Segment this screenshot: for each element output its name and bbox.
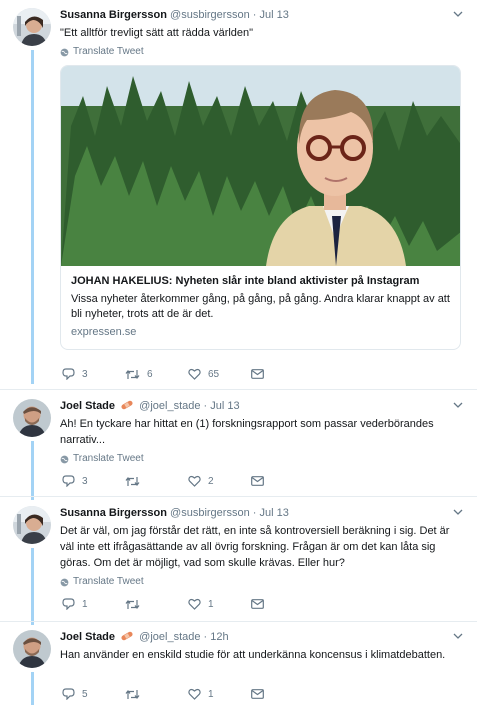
- translate-tweet-link[interactable]: Translate Tweet: [60, 46, 463, 58]
- heart-icon: [188, 368, 201, 380]
- avatar[interactable]: [13, 8, 51, 46]
- separator-dot: ·: [203, 400, 208, 412]
- card-domain: expressen.se: [71, 326, 137, 338]
- retweet-count: 6: [147, 368, 153, 380]
- tweet-actions: 5 1: [62, 686, 322, 702]
- tweet[interactable]: Susanna Birgersson @susbirgersson · Jul …: [0, 0, 477, 390]
- reply-icon: [62, 475, 75, 487]
- envelope-icon: [251, 689, 264, 699]
- author-name[interactable]: Susanna Birgersson: [60, 9, 167, 21]
- translate-tweet-link[interactable]: Translate Tweet: [60, 576, 463, 588]
- retweet-icon: [125, 599, 140, 609]
- tweet[interactable]: Joel Stade @joel_stade · Jul 13 Ah! En t…: [0, 391, 477, 497]
- reply-icon: [62, 688, 75, 700]
- like-button[interactable]: 2: [188, 475, 251, 487]
- reply-icon: [62, 598, 75, 610]
- reply-button[interactable]: 3: [62, 368, 125, 380]
- avatar[interactable]: [13, 399, 51, 437]
- direct-message-button[interactable]: [251, 689, 314, 699]
- globe-icon: [60, 578, 69, 586]
- tweet-actions: 3 2: [62, 473, 322, 489]
- tweet-timestamp[interactable]: Jul 13: [260, 507, 289, 519]
- heart-icon: [188, 688, 201, 700]
- translate-label: Translate Tweet: [73, 576, 144, 587]
- translate-label: Translate Tweet: [73, 46, 144, 57]
- chevron-down-icon[interactable]: [453, 401, 463, 409]
- retweet-button[interactable]: [125, 599, 188, 610]
- reply-count: 5: [82, 688, 88, 700]
- heart-icon: [188, 598, 201, 610]
- card-image: [61, 66, 460, 266]
- tweet-text: Ah! En tyckare har hittat en (1) forskni…: [60, 418, 434, 446]
- avatar[interactable]: [13, 506, 51, 544]
- tweet-timestamp[interactable]: 12h: [210, 631, 228, 643]
- reply-count: 1: [82, 598, 88, 610]
- reply-button[interactable]: 3: [62, 475, 125, 487]
- direct-message-button[interactable]: [251, 599, 314, 609]
- reply-button[interactable]: 1: [62, 598, 125, 610]
- direct-message-button[interactable]: [251, 476, 314, 486]
- like-button[interactable]: 1: [188, 688, 251, 700]
- direct-message-button[interactable]: [251, 369, 314, 379]
- retweet-button[interactable]: [125, 476, 188, 487]
- reply-count: 3: [82, 368, 88, 380]
- reply-count: 3: [82, 475, 88, 487]
- envelope-icon: [251, 599, 264, 609]
- author-handle[interactable]: @joel_stade: [139, 631, 200, 643]
- card-title: JOHAN HAKELIUS: Nyheten slår inte bland …: [71, 275, 420, 287]
- heart-icon: [188, 475, 201, 487]
- avatar[interactable]: [13, 630, 51, 668]
- chevron-down-icon[interactable]: [453, 632, 463, 640]
- retweet-button[interactable]: 6: [125, 369, 188, 380]
- bandage-emoji-icon: [121, 631, 133, 641]
- globe-icon: [60, 455, 69, 463]
- author-handle[interactable]: @susbirgersson: [170, 9, 250, 21]
- tweet-timestamp[interactable]: Jul 13: [210, 400, 239, 412]
- like-count: 65: [208, 368, 220, 380]
- author-handle[interactable]: @susbirgersson: [170, 507, 250, 519]
- chevron-down-icon[interactable]: [453, 508, 463, 516]
- globe-icon: [60, 48, 69, 56]
- tweet[interactable]: Joel Stade @joel_stade · 12h Han använde…: [0, 622, 477, 705]
- retweet-button[interactable]: [125, 689, 188, 700]
- bandage-emoji-icon: [121, 400, 133, 410]
- translate-label: Translate Tweet: [73, 453, 144, 464]
- retweet-icon: [125, 689, 140, 699]
- like-count: 1: [208, 688, 214, 700]
- author-name[interactable]: Joel Stade: [60, 631, 115, 643]
- like-count: 1: [208, 598, 214, 610]
- envelope-icon: [251, 369, 264, 379]
- retweet-icon: [125, 476, 140, 486]
- translate-tweet-link[interactable]: Translate Tweet: [60, 453, 463, 465]
- tweet-actions: 3 6 65: [62, 366, 322, 382]
- author-name[interactable]: Joel Stade: [60, 400, 115, 412]
- author-name[interactable]: Susanna Birgersson: [60, 507, 167, 519]
- tweet[interactable]: Susanna Birgersson @susbirgersson · Jul …: [0, 498, 477, 622]
- like-button[interactable]: 1: [188, 598, 251, 610]
- tweet-text: Han använder en enskild studie för att u…: [60, 649, 446, 661]
- reply-button[interactable]: 5: [62, 688, 125, 700]
- separator-dot: ·: [252, 507, 257, 519]
- retweet-icon: [125, 369, 140, 379]
- author-handle[interactable]: @joel_stade: [139, 400, 200, 412]
- separator-dot: ·: [252, 9, 257, 21]
- like-count: 2: [208, 475, 214, 487]
- card-description: Vissa nyheter återkommer gång, på gång, …: [71, 293, 450, 320]
- chevron-down-icon[interactable]: [453, 10, 463, 18]
- tweet-text: "Ett alltför trevligt sätt att rädda vär…: [60, 27, 254, 39]
- tweet-text: Det är väl, om jag förstår det rätt, en …: [60, 525, 450, 569]
- tweet-actions: 1 1: [62, 596, 322, 612]
- link-card[interactable]: JOHAN HAKELIUS: Nyheten slår inte bland …: [60, 65, 461, 350]
- like-button[interactable]: 65: [188, 368, 251, 380]
- reply-icon: [62, 368, 75, 380]
- tweet-timestamp[interactable]: Jul 13: [260, 9, 289, 21]
- envelope-icon: [251, 476, 264, 486]
- separator-dot: ·: [203, 631, 208, 643]
